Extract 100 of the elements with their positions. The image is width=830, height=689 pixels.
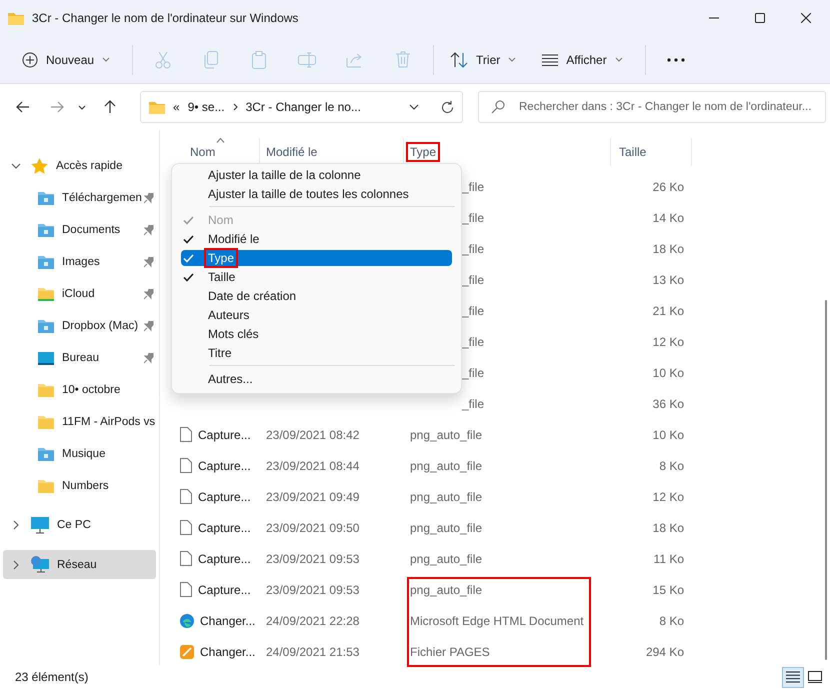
breadcrumb[interactable]: « bbox=[173, 100, 180, 114]
date-cell: 23/09/2021 09:49 bbox=[266, 490, 360, 504]
plus-icon bbox=[22, 52, 38, 68]
type-cell: _file bbox=[462, 334, 484, 348]
file-icon bbox=[180, 458, 192, 473]
file-icon bbox=[180, 582, 192, 597]
maximize-icon[interactable] bbox=[755, 13, 765, 23]
back-arrow-icon[interactable] bbox=[16, 101, 30, 113]
size-cell: 12 Ko bbox=[652, 334, 684, 348]
sidebar-item[interactable]: Numbers bbox=[3, 470, 156, 502]
menu-item[interactable]: Modifié le bbox=[181, 231, 452, 247]
menu-item[interactable]: Date de création bbox=[181, 288, 452, 304]
details-view-icon[interactable] bbox=[782, 666, 804, 688]
menu-item[interactable]: Auteurs bbox=[181, 307, 452, 323]
file-name[interactable]: Capture... bbox=[198, 582, 251, 596]
menu-item[interactable]: Mots clés bbox=[181, 326, 452, 342]
type-cell: png_auto_file bbox=[410, 458, 482, 472]
edge-icon bbox=[180, 614, 194, 628]
pages-icon bbox=[180, 644, 194, 658]
chevron-down-icon[interactable] bbox=[78, 104, 86, 110]
refresh-icon[interactable] bbox=[441, 100, 454, 114]
menu-item[interactable]: Autres... bbox=[181, 371, 452, 387]
type-cell: _file bbox=[462, 396, 484, 410]
menu-item[interactable]: Type bbox=[181, 250, 452, 266]
file-name[interactable]: Capture... bbox=[198, 520, 251, 534]
search-icon bbox=[491, 100, 505, 114]
menu-item[interactable]: Ajuster la taille de toutes les colonnes bbox=[181, 186, 452, 202]
sidebar-item[interactable]: Bureau bbox=[3, 342, 156, 374]
monitor-icon bbox=[31, 516, 49, 534]
folder-icon bbox=[8, 12, 24, 24]
folder-icon bbox=[38, 479, 54, 493]
window-title: 3Cr - Changer le nom de l'ordinateur sur Windows bbox=[32, 11, 298, 25]
size-cell: 10 Ko bbox=[652, 366, 684, 380]
folder-icon bbox=[38, 383, 54, 397]
toolbar-button[interactable]: Nouveau bbox=[12, 46, 120, 74]
chevron-right-icon bbox=[232, 103, 238, 111]
network-icon bbox=[31, 556, 49, 573]
desktop-icon bbox=[38, 351, 54, 365]
file-name[interactable]: Capture... bbox=[198, 428, 251, 442]
date-cell: 23/09/2021 09:50 bbox=[266, 520, 360, 534]
breadcrumb[interactable]: 3Cr - Changer le no... bbox=[246, 100, 361, 114]
scrollbar-thumb[interactable] bbox=[825, 300, 827, 660]
sidebar-item[interactable]: 10• octobre bbox=[3, 374, 156, 406]
type-cell: _file bbox=[462, 304, 484, 318]
sidebar-item[interactable]: Documents bbox=[3, 214, 156, 246]
chevron-icon[interactable] bbox=[11, 161, 21, 171]
file-name[interactable]: Capture... bbox=[198, 552, 251, 566]
pin-icon[interactable] bbox=[144, 288, 154, 300]
pin-icon[interactable] bbox=[144, 320, 154, 332]
sidebar-item[interactable]: Images bbox=[3, 246, 156, 278]
caret-icon bbox=[614, 57, 623, 62]
toolbar-button[interactable]: Trier bbox=[440, 46, 526, 74]
sidebar-item[interactable]: Ce PC bbox=[3, 509, 156, 541]
sidebar-item[interactable]: 11FM - AirPods vs bbox=[3, 406, 156, 438]
chevron-icon[interactable] bbox=[11, 520, 21, 530]
file-icon bbox=[180, 427, 192, 442]
size-cell: 8 Ko bbox=[659, 458, 684, 472]
type-cell: _file bbox=[462, 242, 484, 256]
breadcrumb[interactable]: 9• se... bbox=[188, 100, 225, 114]
sidebar-item[interactable]: Réseau bbox=[3, 550, 156, 579]
chevron-icon[interactable] bbox=[11, 560, 21, 570]
type-cell: png_auto_file bbox=[410, 582, 482, 596]
sidebar-item[interactable]: Accès rapide bbox=[3, 150, 156, 182]
type-cell: _file bbox=[462, 366, 484, 380]
pin-icon[interactable] bbox=[144, 352, 154, 364]
folder-icon bbox=[38, 191, 54, 205]
type-cell: png_auto_file bbox=[410, 520, 482, 534]
star-icon bbox=[31, 158, 48, 174]
pin-icon[interactable] bbox=[144, 192, 154, 204]
pin-icon[interactable] bbox=[144, 224, 154, 236]
date-cell: 23/09/2021 09:53 bbox=[266, 552, 360, 566]
column-header[interactable]: Taille bbox=[611, 138, 692, 166]
size-cell: 13 Ko bbox=[652, 272, 684, 286]
sidebar-item[interactable]: Téléchargemen bbox=[3, 182, 156, 214]
file-name[interactable]: Changer... bbox=[200, 644, 256, 658]
folder-icon bbox=[38, 319, 54, 333]
type-cell: png_auto_file bbox=[410, 428, 482, 442]
menu-item[interactable]: Taille bbox=[181, 269, 452, 285]
chevron-down-icon[interactable] bbox=[409, 104, 419, 110]
type-cell: png_auto_file bbox=[410, 552, 482, 566]
type-cell: Microsoft Edge HTML Document bbox=[410, 614, 584, 628]
pin-icon[interactable] bbox=[144, 256, 154, 268]
menu-item[interactable]: Ajuster la taille de la colonne bbox=[181, 167, 452, 183]
folder-icon bbox=[38, 287, 54, 301]
sidebar-item[interactable]: Musique bbox=[3, 438, 156, 470]
sidebar-item[interactable]: iCloud bbox=[3, 278, 156, 310]
menu-item[interactable]: Titre bbox=[181, 345, 452, 361]
size-cell: 10 Ko bbox=[652, 428, 684, 442]
file-icon bbox=[180, 520, 192, 535]
up-arrow-icon[interactable] bbox=[104, 100, 116, 114]
file-name[interactable]: Changer... bbox=[200, 614, 256, 628]
file-name[interactable]: Capture... bbox=[198, 458, 251, 472]
caret-icon bbox=[102, 57, 110, 62]
close-icon[interactable] bbox=[801, 13, 811, 23]
toolbar-button[interactable]: Afficher bbox=[532, 46, 633, 72]
size-cell: 294 Ko bbox=[646, 644, 684, 658]
sidebar-item[interactable]: Dropbox (Mac) bbox=[3, 310, 156, 342]
file-name[interactable]: Capture... bbox=[198, 490, 251, 504]
search-field[interactable]: Rechercher dans : 3Cr - Changer le nom de l'ordinateur... bbox=[478, 91, 826, 123]
address-bar[interactable]: « 9• se... 3Cr - Changer le no... bbox=[140, 91, 463, 123]
